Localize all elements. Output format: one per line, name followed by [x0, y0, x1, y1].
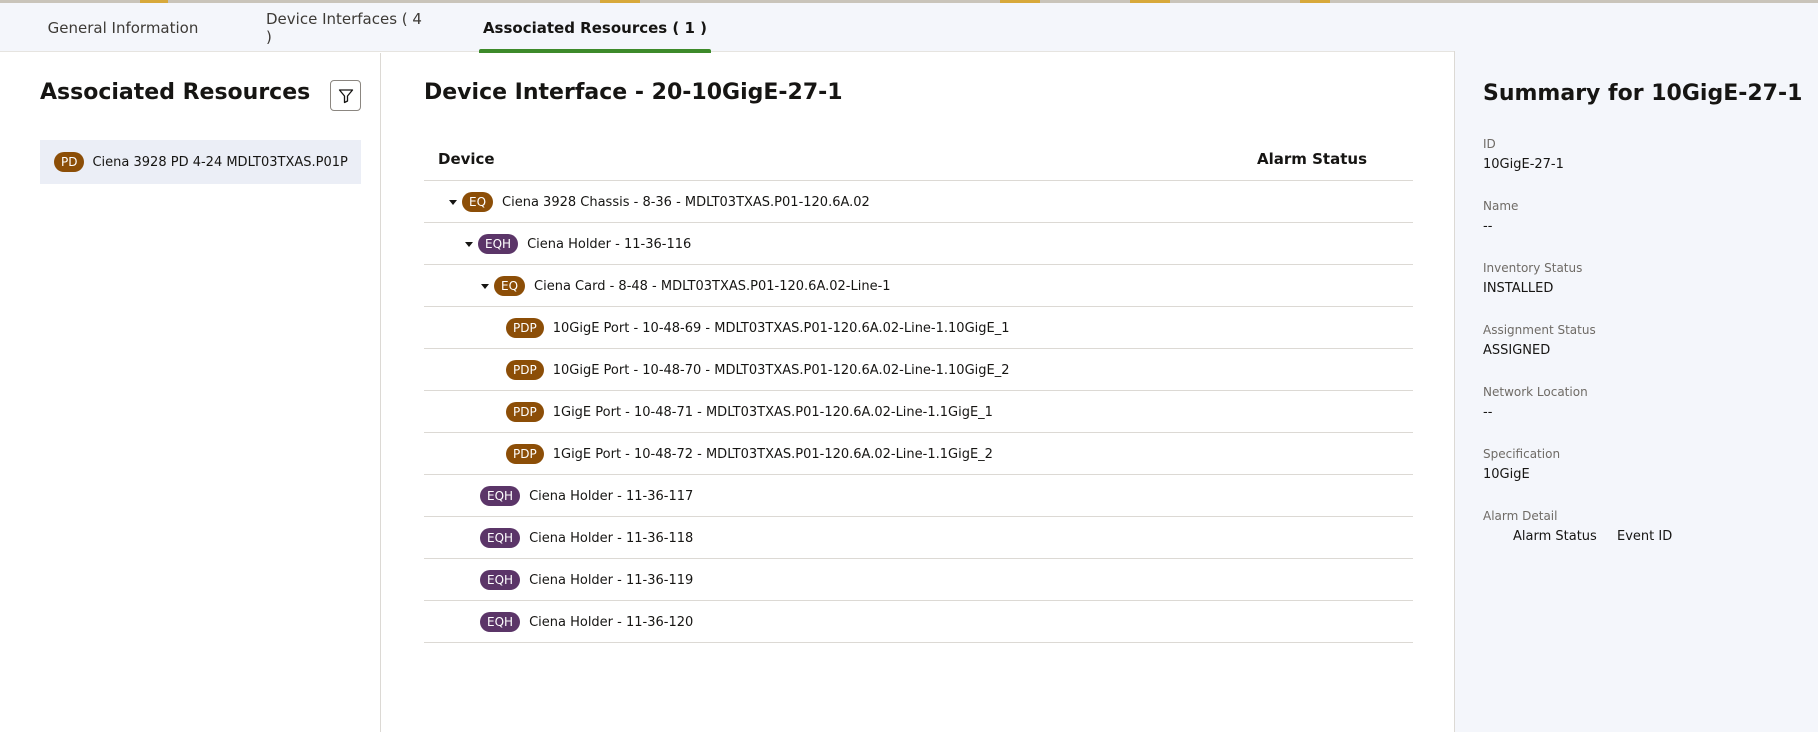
tab-associated-resources[interactable]: Associated Resources ( 1 )	[479, 3, 711, 53]
summary-panel: Summary for 10GigE-27-1 ID 10GigE-27-1 N…	[1454, 51, 1818, 732]
tab-label: General Information	[47, 18, 199, 37]
type-badge: EQH	[480, 528, 521, 548]
tree-row[interactable]: EQ Ciena 3928 Chassis - 8-36 - MDLT03TXAS…	[424, 181, 1413, 223]
tree-row[interactable]: EQH Ciena Holder - 11-36-118	[424, 517, 1413, 559]
field-label-alarm-detail: Alarm Detail	[1483, 509, 1558, 523]
type-badge: PDP	[506, 402, 544, 422]
device-label: 1GigE Port - 10-48-71 - MDLT03TXAS.P01-1…	[552, 404, 993, 420]
type-badge: PD	[54, 152, 85, 172]
resource-label: Ciena 3928 PD 4-24 MDLT03TXAS.P01P	[92, 154, 348, 170]
tree-row[interactable]: PDP 10GigE Port - 10-48-69 - MDLT03TXAS.P…	[424, 307, 1413, 349]
tree-row[interactable]: EQH Ciena Holder - 11-36-117	[424, 475, 1413, 517]
device-cell: EQH Ciena Holder - 11-36-120	[480, 601, 693, 643]
type-badge: EQH	[480, 612, 521, 632]
field-value-network-location: --	[1483, 405, 1493, 420]
panel-title: Associated Resources	[40, 80, 311, 105]
device-label: Ciena Holder - 11-36-117	[529, 488, 694, 504]
type-badge: EQH	[480, 486, 521, 506]
tree-row[interactable]: EQH Ciena Holder - 11-36-120	[424, 601, 1413, 643]
filter-button[interactable]	[330, 80, 361, 111]
device-cell: PDP 1GigE Port - 10-48-71 - MDLT03TXAS.P0…	[506, 391, 993, 433]
device-label: 10GigE Port - 10-48-69 - MDLT03TXAS.P01-…	[552, 320, 1010, 336]
field-value-specification: 10GigE	[1483, 467, 1530, 482]
device-cell: EQ Ciena Card - 8-48 - MDLT03TXAS.P01-120…	[480, 265, 891, 307]
tree-row[interactable]: PDP 1GigE Port - 10-48-72 - MDLT03TXAS.P0…	[424, 433, 1413, 475]
collapse-caret-icon[interactable]	[464, 239, 474, 249]
device-label: Ciena Holder - 11-36-116	[527, 236, 692, 252]
device-cell: EQH Ciena Holder - 11-36-117	[480, 475, 693, 517]
device-label: Ciena Card - 8-48 - MDLT03TXAS.P01-120.6…	[534, 278, 891, 294]
tree-row[interactable]: PDP 10GigE Port - 10-48-70 - MDLT03TXAS.P…	[424, 349, 1413, 391]
field-label-inventory-status: Inventory Status	[1483, 261, 1583, 275]
tab-device-interfaces[interactable]: Device Interfaces ( 4 )	[266, 3, 432, 52]
tree-row[interactable]: EQ Ciena Card - 8-48 - MDLT03TXAS.P01-120…	[424, 265, 1413, 307]
column-header-alarm-status[interactable]: Alarm Status	[1257, 150, 1367, 168]
type-badge: PDP	[506, 360, 544, 380]
device-label: Ciena Holder - 11-36-118	[529, 530, 694, 546]
device-label: Ciena Holder - 11-36-119	[529, 572, 694, 588]
type-badge: EQH	[478, 234, 519, 254]
device-cell: EQH Ciena Holder - 11-36-118	[480, 517, 693, 559]
resource-list-item[interactable]: PD Ciena 3928 PD 4-24 MDLT03TXAS.P01P	[40, 140, 361, 184]
grid-body: EQ Ciena 3928 Chassis - 8-36 - MDLT03TXAS…	[424, 181, 1413, 643]
device-cell: EQH Ciena Holder - 11-36-119	[480, 559, 693, 601]
tab-label: Device Interfaces ( 4 )	[266, 9, 422, 46]
field-label-name: Name	[1483, 199, 1519, 213]
summary-title: Summary for 10GigE-27-1	[1483, 81, 1803, 106]
tree-row[interactable]: PDP 1GigE Port - 10-48-71 - MDLT03TXAS.P0…	[424, 391, 1413, 433]
collapse-caret-icon[interactable]	[480, 281, 490, 291]
type-badge: PDP	[506, 318, 544, 338]
device-cell: PDP 1GigE Port - 10-48-72 - MDLT03TXAS.P0…	[506, 433, 993, 475]
field-value-name: --	[1483, 219, 1493, 234]
panel-title: Device Interface - 20-10GigE-27-1	[424, 80, 843, 105]
associated-resources-panel: Associated Resources PD Ciena 3928 PD 4-…	[0, 53, 381, 732]
alarm-detail-column-alarm-status: Alarm Status	[1513, 529, 1597, 544]
device-cell: PDP 10GigE Port - 10-48-69 - MDLT03TXAS.P…	[506, 307, 1010, 349]
field-value-inventory-status: INSTALLED	[1483, 281, 1554, 296]
filter-icon	[338, 88, 353, 103]
collapse-caret-icon[interactable]	[448, 197, 458, 207]
field-label-specification: Specification	[1483, 447, 1561, 461]
field-label-id: ID	[1483, 137, 1496, 151]
device-label: 10GigE Port - 10-48-70 - MDLT03TXAS.P01-…	[552, 362, 1010, 378]
grid-header: Device Alarm Status	[424, 139, 1413, 181]
device-cell: EQ Ciena 3928 Chassis - 8-36 - MDLT03TXAS…	[448, 181, 870, 223]
field-value-id: 10GigE-27-1	[1483, 157, 1564, 172]
type-badge: PDP	[506, 444, 544, 464]
device-label: Ciena Holder - 11-36-120	[529, 614, 694, 630]
tab-general-information[interactable]: General Information	[45, 3, 201, 52]
type-badge: EQ	[494, 276, 526, 296]
field-label-assignment-status: Assignment Status	[1483, 323, 1596, 337]
tree-row[interactable]: EQH Ciena Holder - 11-36-119	[424, 559, 1413, 601]
type-badge: EQ	[462, 192, 494, 212]
tab-bar: General Information Device Interfaces ( …	[0, 3, 1818, 53]
device-label: Ciena 3928 Chassis - 8-36 - MDLT03TXAS.P…	[502, 194, 870, 210]
device-cell: EQH Ciena Holder - 11-36-116	[464, 223, 691, 265]
device-label: 1GigE Port - 10-48-72 - MDLT03TXAS.P01-1…	[552, 446, 993, 462]
alarm-detail-column-event-id: Event ID	[1617, 529, 1673, 544]
type-badge: EQH	[480, 570, 521, 590]
field-value-assignment-status: ASSIGNED	[1483, 343, 1551, 358]
field-label-network-location: Network Location	[1483, 385, 1588, 399]
device-interface-panel: Device Interface - 20-10GigE-27-1 Device…	[382, 53, 1453, 732]
tab-label: Associated Resources ( 1 )	[482, 18, 708, 37]
resource-tree-grid: Device Alarm Status EQ Ciena 3928 Chassis…	[424, 139, 1413, 643]
column-header-device[interactable]: Device	[438, 150, 495, 168]
tree-row[interactable]: EQH Ciena Holder - 11-36-116	[424, 223, 1413, 265]
device-cell: PDP 10GigE Port - 10-48-70 - MDLT03TXAS.P…	[506, 349, 1010, 391]
